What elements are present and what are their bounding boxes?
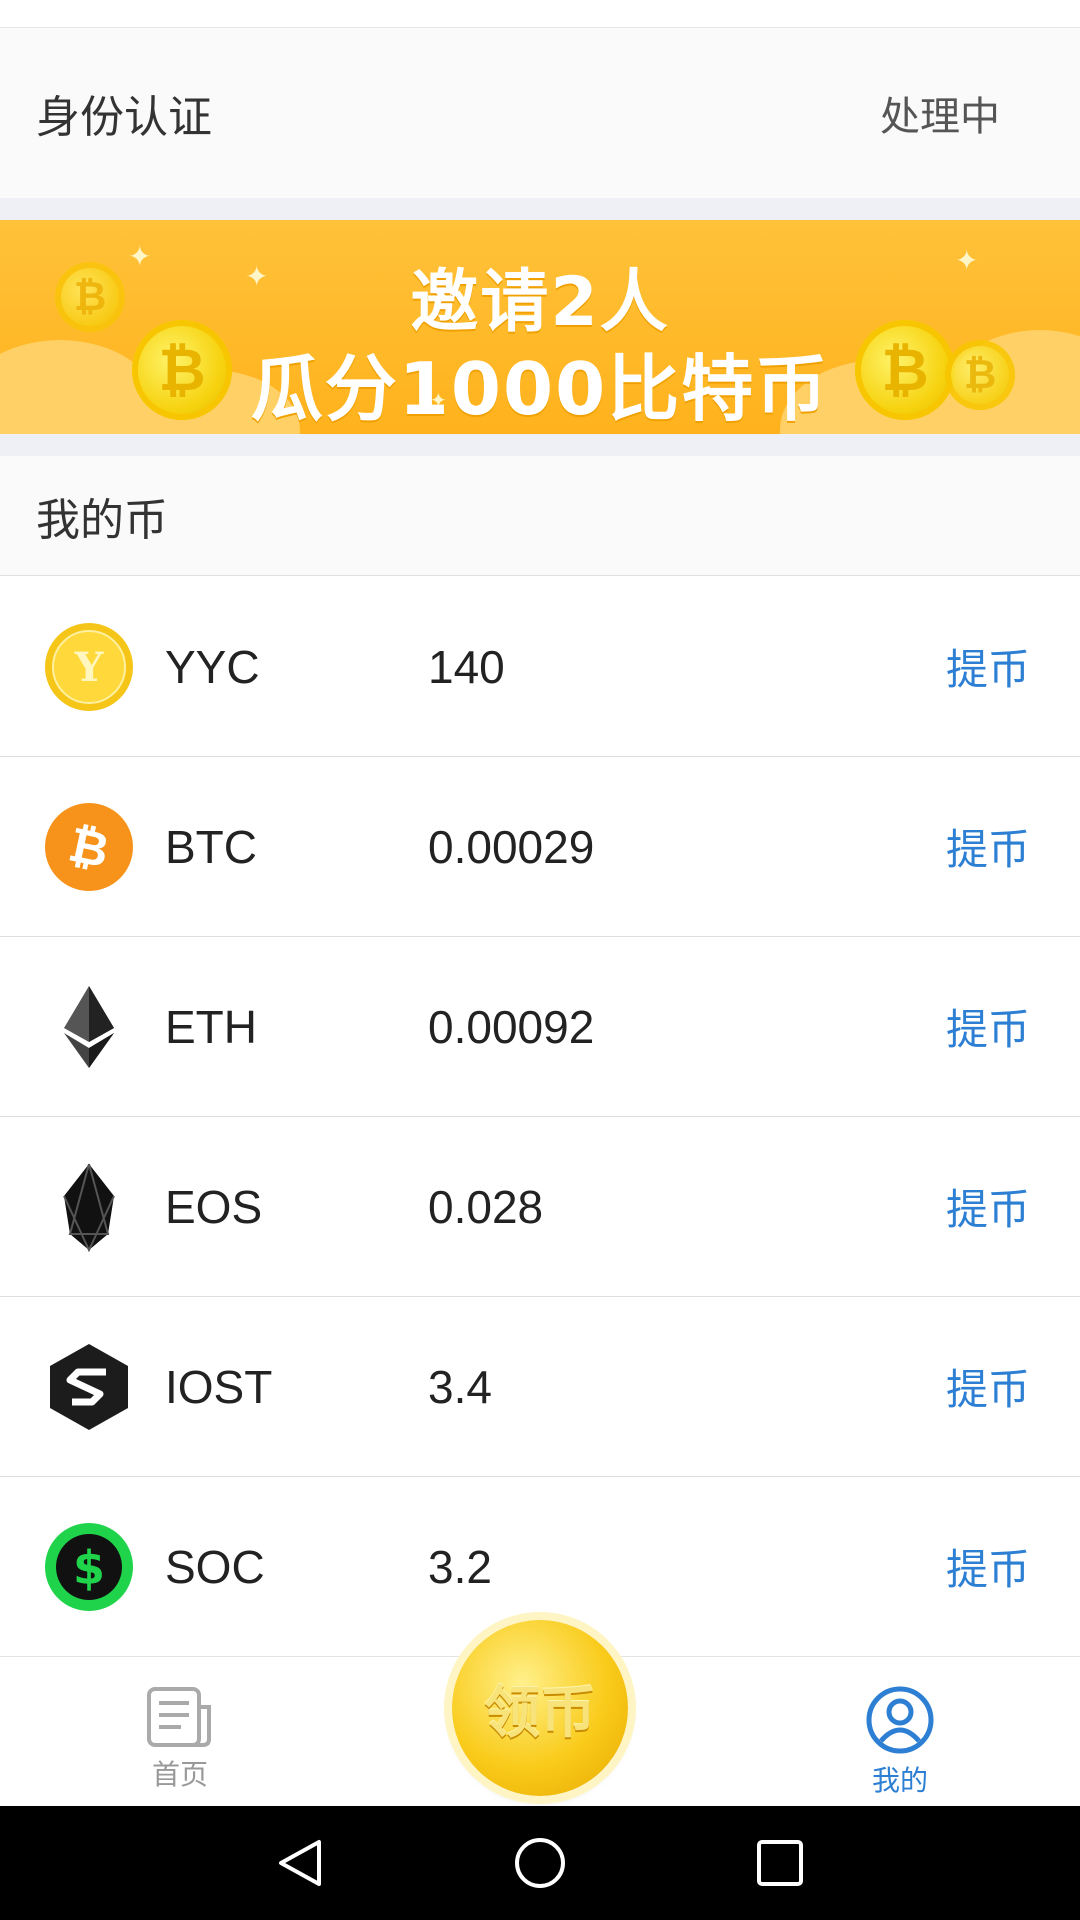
soc-coin-icon: $ (44, 1522, 134, 1612)
eos-coin-icon (44, 1162, 134, 1252)
coin-symbol: ETH (165, 1000, 257, 1053)
svg-text:Y: Y (74, 644, 104, 691)
svg-text:$: $ (73, 1541, 105, 1595)
claim-coin-button[interactable]: 领币 (452, 1620, 628, 1796)
verification-status: 处理中 (880, 94, 1000, 140)
section-divider (0, 198, 1080, 220)
coin-row-yyc[interactable]: Y YYC 140 提币 (0, 577, 1080, 757)
withdraw-button[interactable]: 提币 (946, 816, 1030, 877)
verification-title: 身份认证 (36, 92, 212, 143)
home-nav-button[interactable] (505, 1828, 575, 1898)
btc-coin-icon: ₿ (44, 802, 134, 892)
coin-row-eth[interactable]: ETH 0.00092 提币 (0, 937, 1080, 1117)
system-navigation-bar (0, 1806, 1080, 1920)
withdraw-button[interactable]: 提币 (946, 1356, 1030, 1417)
coin-row-iost[interactable]: IOST 3.4 提币 (0, 1297, 1080, 1477)
coin-amount: 3.2 (428, 1540, 492, 1593)
eth-coin-icon (44, 982, 134, 1072)
invite-banner[interactable]: ₿ ₿ ₿ ₿ ✦ ✦ ✦ ✦ 邀请2人 瓜分1000比特币 (0, 220, 1080, 434)
iost-coin-icon (44, 1342, 134, 1432)
my-coins-header: 我的币 (0, 456, 1080, 576)
yyc-coin-icon: Y (44, 622, 134, 712)
coin-amount: 0.00092 (428, 1000, 595, 1053)
coin-symbol: IOST (165, 1360, 273, 1413)
coin-list: Y YYC 140 提币 ₿ BTC 0.00029 提币 ETH 0.0009… (0, 577, 1080, 1657)
banner-subheadline: 瓜分1000比特币 (250, 347, 830, 431)
news-icon (147, 1687, 211, 1747)
back-triangle-icon (279, 1840, 321, 1886)
section-title: 我的币 (36, 494, 168, 546)
withdraw-button[interactable]: 提币 (946, 1536, 1030, 1597)
coin-amount: 3.4 (428, 1360, 492, 1413)
coin-row-btc[interactable]: ₿ BTC 0.00029 提币 (0, 757, 1080, 937)
coin-amount: 0.028 (428, 1180, 544, 1233)
recents-square-icon (757, 1840, 803, 1886)
withdraw-button[interactable]: 提币 (946, 996, 1030, 1057)
withdraw-button[interactable]: 提币 (946, 1176, 1030, 1237)
tab-home-label: 首页 (151, 1758, 208, 1791)
coin-symbol: EOS (165, 1180, 263, 1233)
tab-home[interactable]: 首页 (100, 1685, 260, 1793)
coin-row-eos[interactable]: EOS 0.028 提币 (0, 1117, 1080, 1297)
withdraw-button[interactable]: 提币 (946, 636, 1030, 697)
back-nav-button[interactable] (265, 1828, 335, 1898)
status-bar (0, 0, 1080, 28)
tab-mine-label: 我的 (871, 1764, 928, 1797)
coin-symbol: SOC (165, 1540, 265, 1593)
identity-verification-row[interactable]: 身份认证 处理中 (0, 28, 1080, 198)
coin-symbol: YYC (165, 640, 260, 693)
claim-coin-label: 领币 (484, 1680, 596, 1746)
coin-symbol: BTC (165, 820, 257, 873)
section-divider (0, 434, 1080, 456)
user-icon (866, 1686, 934, 1754)
tab-mine[interactable]: 我的 (820, 1685, 980, 1799)
home-circle-icon (515, 1838, 565, 1888)
recents-nav-button[interactable] (745, 1828, 815, 1898)
coin-amount: 140 (428, 640, 505, 693)
coin-amount: 0.00029 (428, 820, 595, 873)
